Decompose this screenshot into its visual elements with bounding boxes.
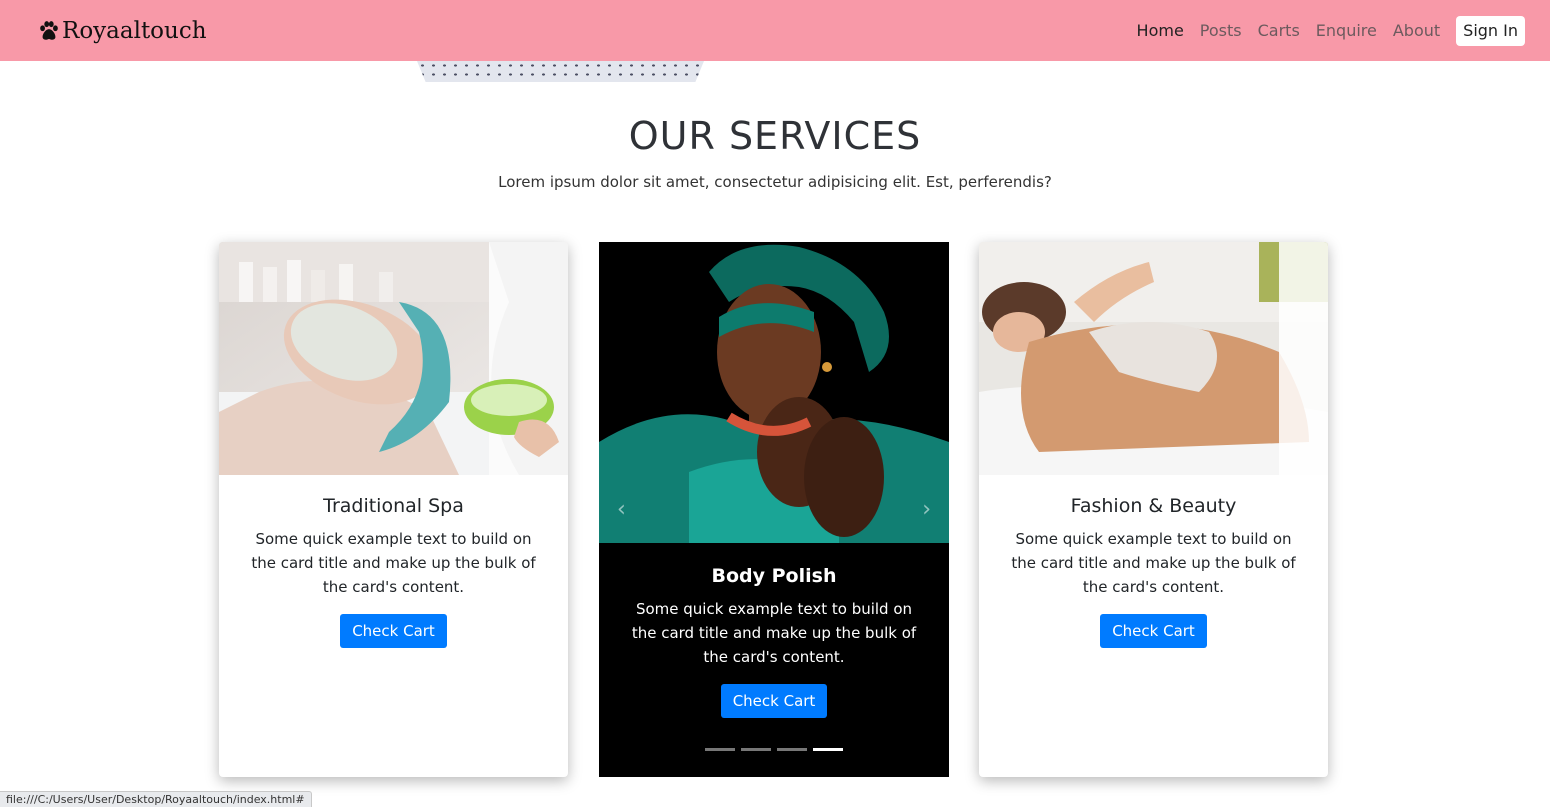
carousel-indicator[interactable] (705, 748, 735, 751)
card-text: Some quick example text to build on the … (1011, 530, 1296, 596)
brand-name: Royaaltouch (62, 18, 207, 44)
body-scrub-photo (979, 242, 1328, 475)
sign-in-button[interactable]: Sign In (1456, 15, 1525, 46)
card-title: Body Polish (711, 565, 837, 587)
facial-mask-photo (219, 242, 568, 475)
nav-link-enquire[interactable]: Enquire (1316, 21, 1377, 40)
browser-status-bar: file:///C:/Users/User/Desktop/Royaaltouc… (0, 791, 312, 807)
carousel-indicators (599, 748, 949, 751)
card-text: Some quick example text to build on the … (251, 530, 536, 596)
card-text: Some quick example text to build on the … (631, 600, 917, 666)
card-title: Fashion & Beauty (1070, 495, 1237, 517)
nav-links: Home Posts Carts Enquire About Sign In (1137, 0, 1550, 61)
carousel-indicator-active[interactable] (813, 748, 843, 751)
nav-link-posts[interactable]: Posts (1200, 21, 1242, 40)
services-title: OUR SERVICES (628, 114, 922, 158)
card-title: Traditional Spa (323, 495, 464, 517)
service-card-fashion-beauty: Fashion & Beauty Some quick example text… (979, 242, 1328, 777)
chevron-left-icon[interactable]: ‹ (617, 497, 626, 522)
paw-icon (40, 21, 58, 40)
nav-link-carts[interactable]: Carts (1258, 21, 1300, 40)
navbar: Royaaltouch Home Posts Carts Enquire Abo… (0, 0, 1550, 61)
check-cart-button[interactable]: Check Cart (1100, 614, 1207, 648)
nav-link-home[interactable]: Home (1137, 21, 1184, 40)
services-subtitle: Lorem ipsum dolor sit amet, consectetur … (498, 173, 1052, 191)
brand-logo[interactable]: Royaaltouch (38, 16, 207, 46)
check-cart-button[interactable]: Check Cart (720, 684, 828, 718)
check-cart-button[interactable]: Check Cart (340, 614, 447, 648)
chevron-right-icon[interactable]: › (922, 497, 931, 522)
nav-link-about[interactable]: About (1393, 21, 1440, 40)
carousel-photo: ‹ › (599, 242, 949, 543)
hero-image-remnant (417, 61, 704, 82)
carousel-indicator[interactable] (741, 748, 771, 751)
service-card-traditional-spa: Traditional Spa Some quick example text … (219, 242, 568, 777)
carousel-indicator[interactable] (777, 748, 807, 751)
service-card-body-polish: ‹ › Body Polish Some quick example text … (599, 242, 949, 777)
